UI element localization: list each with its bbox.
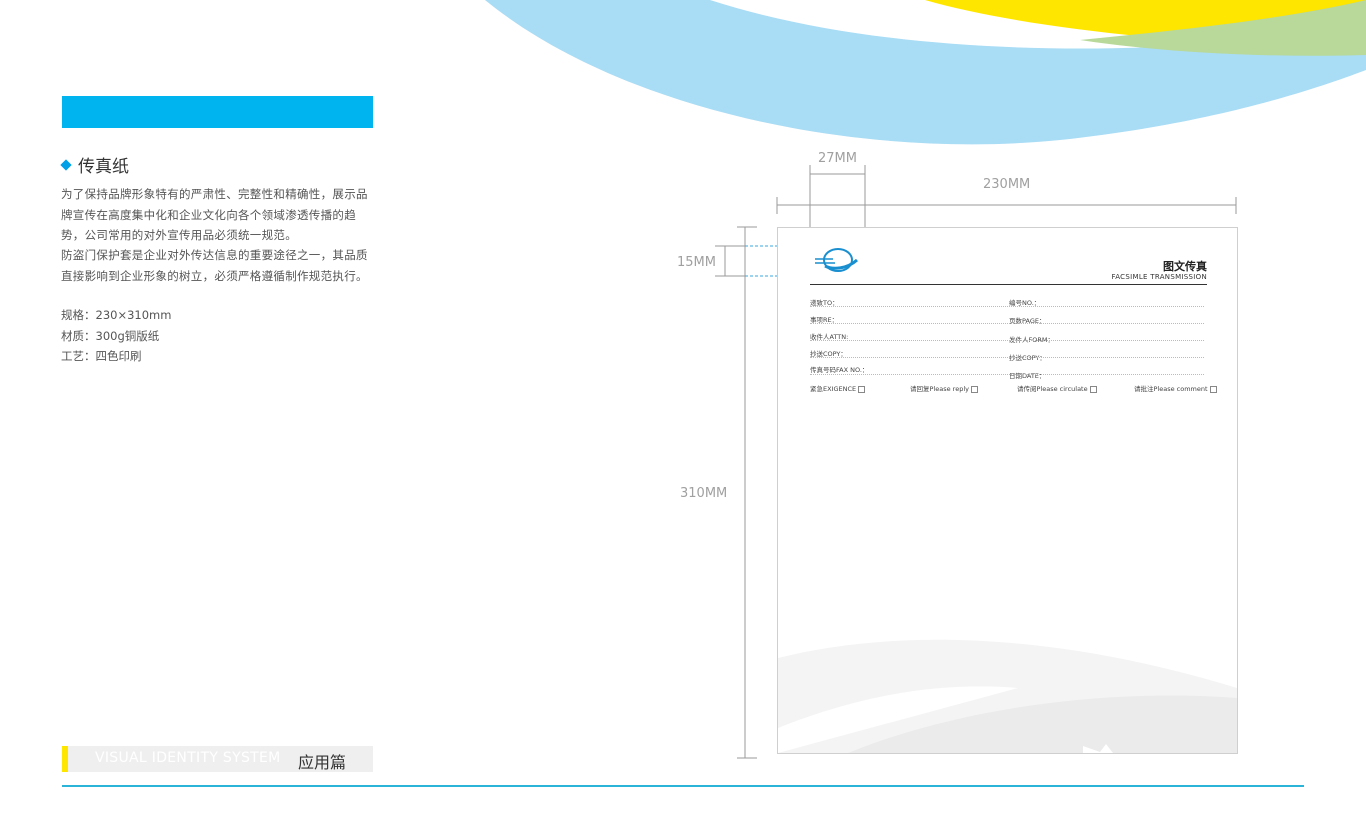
checkbox-icon xyxy=(1209,385,1217,393)
checkbox-icon xyxy=(858,385,866,393)
fax-title: 图文传真 xyxy=(1163,260,1207,273)
checkbox-label: 请回复Please reply xyxy=(910,385,969,393)
field-date: 日期DATE： xyxy=(1009,372,1046,380)
checkbox-label: 请批注Please comment xyxy=(1134,385,1208,393)
paper-height-label: 310MM xyxy=(680,486,728,501)
fax-paper-mockup: 图文传真 FACSIMLE TRANSMISSION 递致TO： 事项RE： 收… xyxy=(777,227,1238,754)
checkbox-exigence: 紧急EXIGENCE xyxy=(810,383,866,393)
logo-width-label: 27MM xyxy=(818,151,857,166)
checkbox-label: 请传阅Please circulate xyxy=(1017,385,1088,393)
paper-wave-decoration xyxy=(778,639,1237,753)
footer-accent xyxy=(62,746,68,772)
fax-subtitle: FACSIMLE TRANSMISSION xyxy=(1111,273,1207,281)
checkbox-icon xyxy=(1089,385,1097,393)
logo-height-label: 15MM xyxy=(677,255,716,270)
paper-width-label: 230MM xyxy=(983,177,1031,192)
field-form: 发件人FORM： xyxy=(1009,336,1054,344)
company-logo-icon xyxy=(815,248,859,272)
footer-chinese-label: 应用篇 xyxy=(298,753,347,772)
checkbox-label: 紧急EXIGENCE xyxy=(810,385,857,393)
checkbox-reply: 请回复Please reply xyxy=(910,383,978,393)
field-fax-no: 传真号码FAX NO.： xyxy=(810,366,869,374)
field-line xyxy=(810,340,1204,341)
field-line xyxy=(810,323,1204,324)
checkbox-comment: 请批注Please comment xyxy=(1134,383,1217,393)
footer-rule xyxy=(62,785,1304,787)
footer-english-label: VISUAL IDENTITY SYSTEM xyxy=(95,750,281,766)
header-divider xyxy=(810,284,1207,285)
checkbox-icon xyxy=(970,385,978,393)
field-line xyxy=(810,374,1204,375)
field-line xyxy=(810,357,1204,358)
field-line xyxy=(810,306,1204,307)
checkbox-circulate: 请传阅Please circulate xyxy=(1017,383,1097,393)
